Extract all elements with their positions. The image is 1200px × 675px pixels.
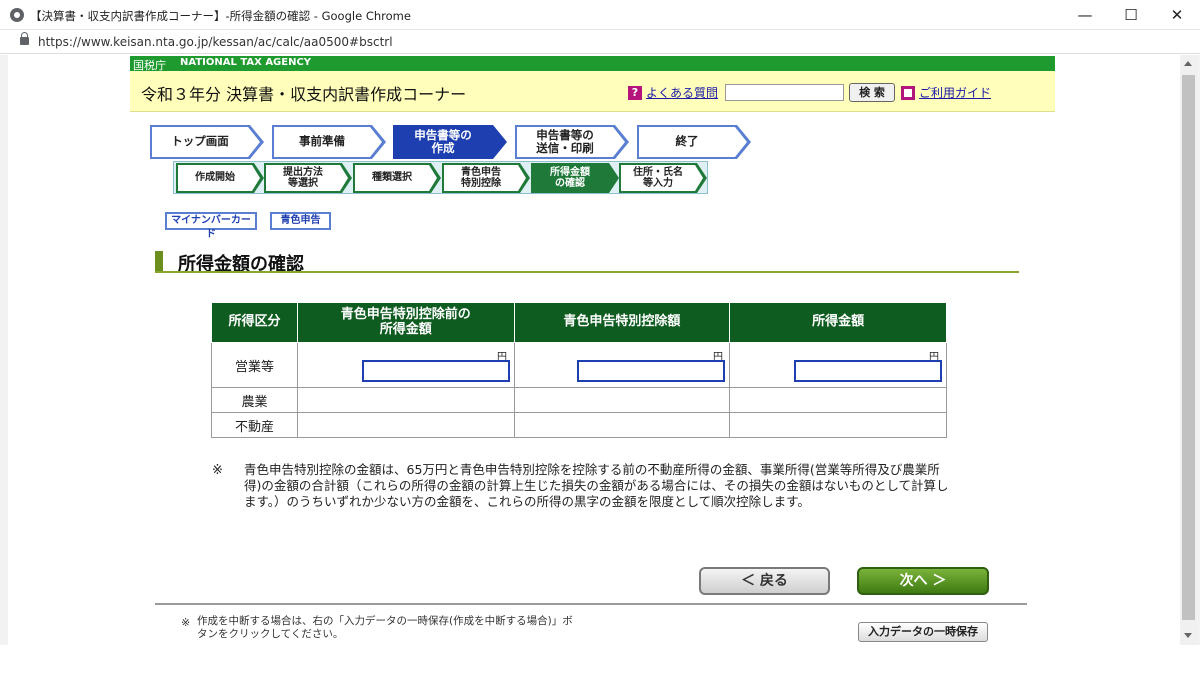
footer-note-mark: ※: [181, 616, 191, 629]
table-header-row: 所得区分 青色申告特別控除前の 所得金額 青色申告特別控除額 所得金額: [211, 302, 947, 343]
back-button[interactable]: ＜ 戻る: [699, 567, 830, 595]
table-row: 農業: [211, 387, 947, 413]
bottom-divider: [155, 603, 1027, 605]
table-cell: [296, 412, 515, 438]
income-amount-field[interactable]: [794, 360, 942, 382]
table-cell: [513, 412, 731, 438]
scroll-thumb[interactable]: [1182, 75, 1195, 620]
footer-note-text: 作成を中断する場合は、右の「入力データの一時保存(作成を中断する場合)」ボタンを…: [197, 615, 573, 640]
step-main-2: 事前準備: [272, 125, 372, 159]
step-sub-5: 所得金額 の確認: [531, 163, 609, 193]
table-cell: [513, 387, 731, 413]
step-sub-3: 種類選択: [353, 163, 431, 193]
step-arrow-fill-icon: [248, 127, 260, 157]
step-main-3: 申告書等の 作成: [393, 125, 493, 159]
row-label-business: 営業等: [211, 342, 298, 388]
note-text: 青色申告特別控除の金額は、65万円と青色申告特別控除を控除する前の不動産所得の金…: [244, 462, 949, 509]
step-arrow-fill-icon: [518, 165, 526, 191]
window-bottom-strip: [0, 645, 1200, 675]
step-arrow-fill-icon: [695, 165, 703, 191]
table-row: 不動産: [211, 412, 947, 438]
agency-bar: 国税庁 NATIONAL TAX AGENCY: [130, 56, 1055, 72]
step-arrow-icon: [609, 163, 619, 193]
header-pre-deduction-income: 青色申告特別控除前の 所得金額: [296, 302, 515, 343]
note-mark: ※: [212, 463, 223, 478]
step-arrow-fill-icon: [370, 127, 382, 157]
step-arrow-icon: [493, 125, 507, 159]
table-cell: [729, 387, 947, 413]
row-label-real-estate: 不動産: [211, 412, 298, 438]
vertical-scrollbar[interactable]: [1180, 55, 1197, 645]
step-sub-4: 青色申告 特別控除: [442, 163, 520, 193]
header-category: 所得区分: [211, 302, 298, 343]
browser-title-bar: 【決算書・収支内訳書作成コーナー】-所得金額の確認 - Google Chrom…: [0, 0, 1200, 30]
url-text[interactable]: https://www.keisan.nta.go.jp/kessan/ac/c…: [38, 35, 393, 49]
table-cell: [729, 412, 947, 438]
step-arrow-fill-icon: [735, 127, 747, 157]
step-arrow-fill-icon: [613, 127, 625, 157]
close-button[interactable]: ✕: [1154, 0, 1200, 30]
header-panel: 令和３年分 決算書・収支内訳書作成コーナー ? よくある質問 検 索 ご利用ガイ…: [130, 71, 1055, 112]
faq-link[interactable]: よくある質問: [646, 84, 718, 101]
scroll-up-icon[interactable]: [1184, 61, 1192, 66]
chrome-icon: [10, 8, 24, 22]
question-icon: ?: [628, 85, 642, 100]
scroll-down-icon[interactable]: [1184, 633, 1192, 638]
search-input[interactable]: [725, 84, 844, 101]
minimize-button[interactable]: —: [1062, 0, 1108, 30]
deduction-amount-field[interactable]: [577, 360, 725, 382]
header-income-amount: 所得金額: [729, 302, 947, 343]
book-icon: [901, 85, 915, 100]
step-arrow-fill-icon: [429, 165, 437, 191]
section-marker: [155, 251, 163, 271]
header-deduction-amount: 青色申告特別控除額: [513, 302, 731, 343]
step-main-5: 終了: [637, 125, 737, 159]
lock-icon: [20, 32, 29, 45]
guide-link[interactable]: ご利用ガイド: [919, 84, 991, 101]
page-title: 令和３年分 決算書・収支内訳書作成コーナー: [141, 85, 467, 104]
section-underline: [155, 271, 1019, 273]
maximize-button[interactable]: ☐: [1108, 0, 1154, 30]
step-arrow-fill-icon: [340, 165, 348, 191]
step-sub-2: 提出方法 等選択: [264, 163, 342, 193]
agency-name-en: NATIONAL TAX AGENCY: [180, 57, 312, 68]
step-main-4: 申告書等の 送信・印刷: [515, 125, 615, 159]
row-label-agriculture: 農業: [211, 387, 298, 413]
step-arrow-fill-icon: [252, 165, 260, 191]
table-cell: [296, 387, 515, 413]
search-button[interactable]: 検 索: [849, 83, 895, 102]
window-title: 【決算書・収支内訳書作成コーナー】-所得金額の確認 - Google Chrom…: [30, 9, 411, 23]
next-button[interactable]: 次へ ＞: [857, 567, 989, 595]
blue-return-button[interactable]: 青色申告: [270, 212, 331, 230]
mynumber-card-button[interactable]: マイナンバーカード: [165, 212, 257, 240]
step-sub-1: 作成開始: [176, 163, 254, 193]
pre-deduction-income-field[interactable]: [362, 360, 510, 382]
guide-link-group[interactable]: ご利用ガイド: [901, 84, 991, 101]
step-main-1: トップ画面: [150, 125, 250, 159]
address-bar[interactable]: https://www.keisan.nta.go.jp/kessan/ac/c…: [0, 30, 1200, 54]
faq-link-group[interactable]: ? よくある質問: [628, 84, 718, 101]
step-sub-6: 住所・氏名 等入力: [619, 163, 697, 193]
temporary-save-button[interactable]: 入力データの一時保存: [858, 622, 988, 642]
